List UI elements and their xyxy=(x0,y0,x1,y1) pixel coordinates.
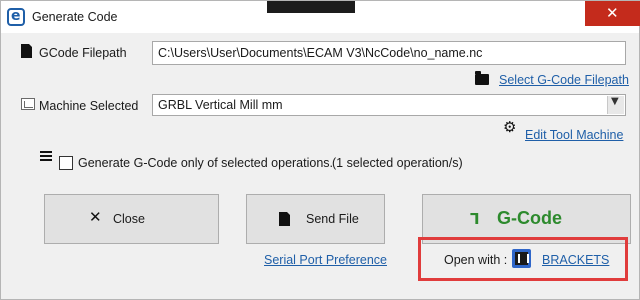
edit-tool-machine-link[interactable]: Edit Tool Machine xyxy=(525,128,623,142)
machine-selected-label: Machine Selected xyxy=(39,99,139,113)
brackets-icon[interactable] xyxy=(512,249,531,268)
list-icon xyxy=(40,151,52,161)
title-bar-overlay xyxy=(267,1,355,13)
title-bar: e Generate Code ✕ xyxy=(1,1,640,33)
close-x-icon: ✕ xyxy=(89,208,102,226)
gcode-button-label: G-Code xyxy=(497,208,562,228)
gcode-filepath-input[interactable]: C:\Users\User\Documents\ECAM V3\NcCode\n… xyxy=(152,41,626,65)
generate-selected-checkbox[interactable] xyxy=(59,156,73,170)
close-icon: ✕ xyxy=(606,4,619,22)
serial-port-preference-link[interactable]: Serial Port Preference xyxy=(264,253,387,267)
gcode-icon: Ꞁ xyxy=(470,210,480,228)
send-file-button-label: Send File xyxy=(306,212,359,226)
window-close-button[interactable]: ✕ xyxy=(585,1,640,26)
selected-count-text: (1 selected operation/s) xyxy=(332,156,463,170)
gcode-filepath-label: GCode Filepath xyxy=(39,46,127,60)
send-file-button[interactable]: Send File xyxy=(246,194,385,244)
generate-code-dialog: e Generate Code ✕ GCode Filepath C:\User… xyxy=(0,0,640,300)
open-with-label: Open with : xyxy=(444,253,508,267)
close-button-label: Close xyxy=(113,212,145,226)
machine-select[interactable]: GRBL Vertical Mill mm ▼ xyxy=(152,94,626,116)
generate-selected-label: Generate G-Code only of selected operati… xyxy=(78,156,334,170)
folder-icon xyxy=(475,71,489,85)
file-icon xyxy=(21,43,33,58)
chevron-down-icon[interactable]: ▼ xyxy=(607,96,624,114)
gear-icon: ⚙ xyxy=(503,118,517,136)
app-icon: e xyxy=(7,8,25,26)
select-gcode-filepath-link[interactable]: Select G-Code Filepath xyxy=(499,73,629,87)
window-title: Generate Code xyxy=(32,10,118,24)
machine-icon xyxy=(21,98,35,110)
machine-select-value: GRBL Vertical Mill mm xyxy=(158,98,283,112)
brackets-link[interactable]: BRACKETS xyxy=(542,253,609,267)
send-file-icon xyxy=(279,211,291,226)
close-button[interactable]: ✕ Close xyxy=(44,194,219,244)
